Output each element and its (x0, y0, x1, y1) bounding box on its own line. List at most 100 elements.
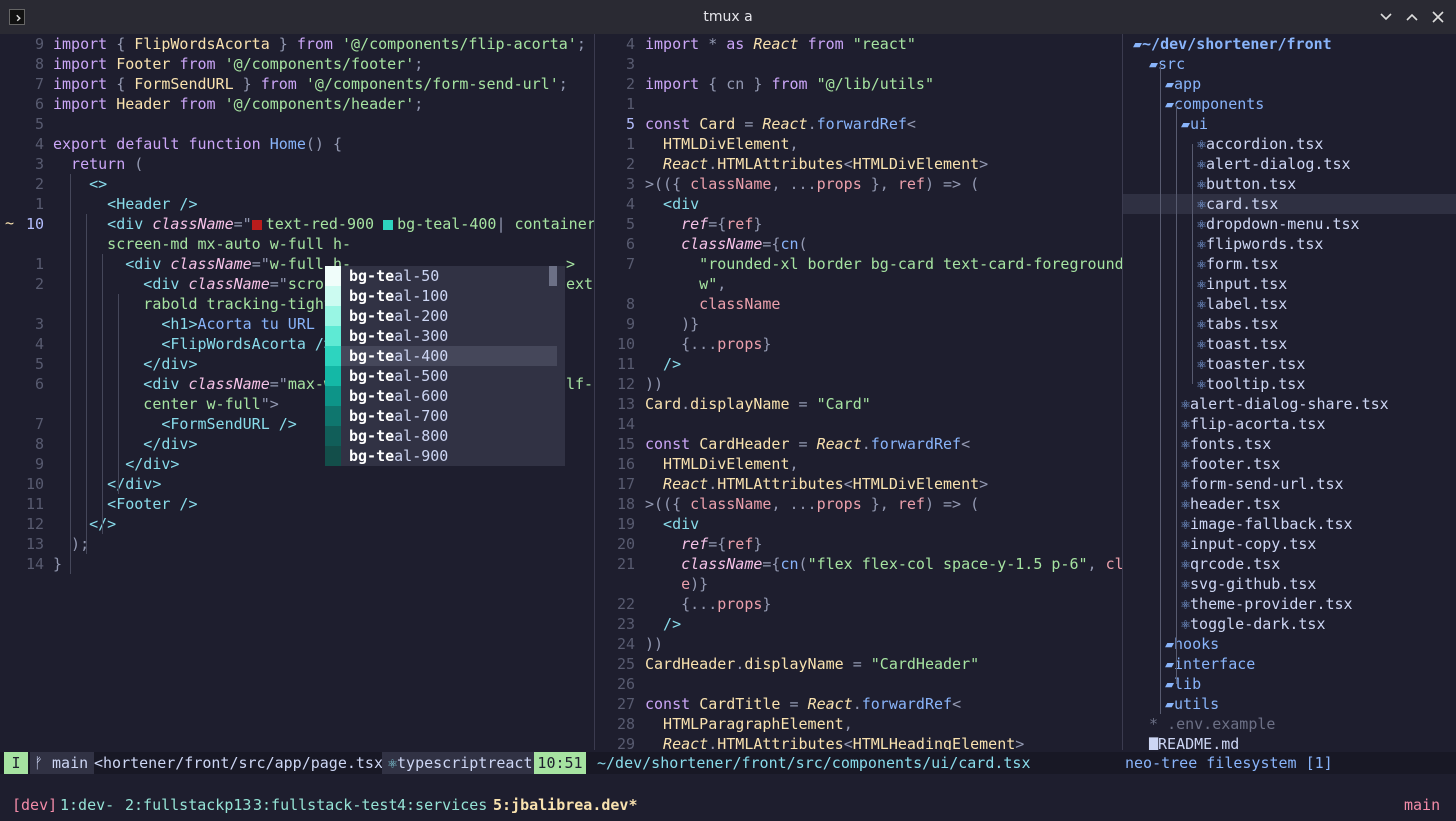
completion-item[interactable]: bg-teal-900 (325, 446, 557, 466)
tree-file[interactable]: ⚛fonts.tsx (1181, 434, 1271, 454)
tree-folder[interactable]: ▰hooks (1165, 634, 1219, 654)
tree-file[interactable]: ⚛toast.tsx (1197, 334, 1287, 354)
tmux-window-5-active[interactable]: 5:jbalibrea.dev* (493, 794, 638, 816)
tree-file[interactable]: ⚛theme-provider.tsx (1181, 594, 1353, 614)
code-line[interactable]: 2 import { cn } from "@/lib/utils" (595, 74, 1122, 94)
completion-item[interactable]: bg-teal-500 (325, 366, 557, 386)
code-line[interactable]: screen-md mx-auto w-full h- (0, 234, 594, 254)
code-line[interactable]: 1 <Header /> (0, 194, 594, 214)
completion-item[interactable]: bg-teal-50 (325, 266, 557, 286)
tree-file[interactable]: ⚛button.tsx (1197, 174, 1296, 194)
code-line[interactable]: 6 import Header from '@/components/header… (0, 94, 594, 114)
tree-folder[interactable]: ▰lib (1165, 674, 1201, 694)
tree-file[interactable]: ⚛alert-dialog.tsx (1197, 154, 1351, 174)
tree-file[interactable]: ⚛dropdown-menu.tsx (1197, 214, 1360, 234)
code-line[interactable]: 8 className (595, 294, 1122, 314)
code-line[interactable]: 7 "rounded-xl border bg-card text-card-f… (595, 254, 1122, 274)
code-line[interactable]: e)} (595, 574, 1122, 594)
neo-tree-pane[interactable]: ▰~/dev/shortener/front ▰src ▰app ▰component… (1123, 34, 1456, 750)
code-line[interactable]: 20 ref={ref} (595, 534, 1122, 554)
code-line[interactable]: 5 ref={ref} (595, 214, 1122, 234)
code-line[interactable]: 25 CardHeader.displayName = "CardHeader" (595, 654, 1122, 674)
tree-file[interactable]: ⚛input-copy.tsx (1181, 534, 1316, 554)
code-line[interactable]: 29 React.HTMLAttributes<HTMLHeadingEleme… (595, 734, 1122, 750)
code-line[interactable]: 15 const CardHeader = React.forwardRef< (595, 434, 1122, 454)
tree-folder[interactable]: ▰interface (1165, 654, 1255, 674)
tree-folder[interactable]: ▰utils (1165, 694, 1219, 714)
code-line[interactable]: 10 </div> (0, 474, 594, 494)
code-line[interactable]: 3 >(({ className, ...props }, ref) => ( (595, 174, 1122, 194)
tree-file[interactable]: ⚛tooltip.tsx (1197, 374, 1305, 394)
code-line[interactable]: 23 /> (595, 614, 1122, 634)
code-line[interactable]: w", (595, 274, 1122, 294)
code-line[interactable]: 2 React.HTMLAttributes<HTMLDivElement> (595, 154, 1122, 174)
tree-file[interactable]: ⚛header.tsx (1181, 494, 1280, 514)
code-line[interactable]: 22 {...props} (595, 594, 1122, 614)
tree-file[interactable]: ⚛svg-github.tsx (1181, 574, 1316, 594)
completion-item[interactable]: bg-teal-300 (325, 326, 557, 346)
completion-item[interactable]: bg-teal-400 (325, 346, 557, 366)
code-line[interactable]: 3 (595, 54, 1122, 74)
code-line[interactable]: 9 )} (595, 314, 1122, 334)
middle-editor-pane[interactable]: 4 import * as React from "react" 3 2 import … (595, 34, 1122, 750)
tree-folder[interactable]: ▰app (1165, 74, 1201, 94)
left-editor-pane[interactable]: 9 import { FlipWordsAcorta } from '@/comp… (0, 34, 594, 750)
code-line[interactable]: 3 return ( (0, 154, 594, 174)
code-line[interactable]: 1 HTMLDivElement, (595, 134, 1122, 154)
completion-item[interactable]: bg-teal-200 (325, 306, 557, 326)
tree-file[interactable]: ⚛tabs.tsx (1197, 314, 1278, 334)
code-line[interactable]: 12 </> (0, 514, 594, 534)
minimize-icon[interactable] (1378, 9, 1394, 25)
code-line[interactable]: 16 HTMLDivElement, (595, 454, 1122, 474)
code-line[interactable]: 5 (0, 114, 594, 134)
code-line[interactable]: 14} (0, 554, 594, 574)
tree-file[interactable]: ⚛form-send-url.tsx (1181, 474, 1344, 494)
tree-root[interactable]: ▰~/dev/shortener/front (1133, 34, 1332, 54)
completion-scrollbar[interactable] (549, 266, 557, 286)
tree-folder[interactable]: ▰components (1165, 94, 1264, 114)
code-line[interactable]: 17 React.HTMLAttributes<HTMLDivElement> (595, 474, 1122, 494)
close-icon[interactable] (1430, 9, 1446, 25)
code-line[interactable]: 14 (595, 414, 1122, 434)
code-line[interactable]: 13 ); (0, 534, 594, 554)
tree-file[interactable]: ⚛accordion.tsx (1197, 134, 1323, 154)
tree-file[interactable]: ⚛toggle-dark.tsx (1181, 614, 1326, 634)
tmux-window-4[interactable]: 4:services (397, 794, 487, 816)
code-line[interactable]: 4 export default function Home() { (0, 134, 594, 154)
completion-item[interactable]: bg-teal-800 (325, 426, 557, 446)
tree-file[interactable]: ⚛flipwords.tsx (1197, 234, 1323, 254)
code-line[interactable]: 21 className={cn("flex flex-col space-y-… (595, 554, 1122, 574)
code-line[interactable]: 24)) (595, 634, 1122, 654)
code-line[interactable]: 4 <div (595, 194, 1122, 214)
code-line[interactable]: 10 <div className=" text-red-900 bg-teal-… (0, 214, 594, 234)
code-line[interactable]: 6 className={cn( (595, 234, 1122, 254)
code-line[interactable]: 2 <> (0, 174, 594, 194)
code-line[interactable]: 11 /> (595, 354, 1122, 374)
tree-file[interactable]: ⚛qrcode.tsx (1181, 554, 1280, 574)
tree-file[interactable]: ⚛card.tsx (1197, 194, 1278, 214)
tree-file[interactable]: ⚛input.tsx (1197, 274, 1287, 294)
code-line[interactable]: 12)) (595, 374, 1122, 394)
tree-file[interactable]: ⚛image-fallback.tsx (1181, 514, 1353, 534)
code-line[interactable]: 26 (595, 674, 1122, 694)
tree-file[interactable]: ⚛footer.tsx (1181, 454, 1280, 474)
code-line[interactable]: 10 {...props} (595, 334, 1122, 354)
tree-file[interactable]: ⚛label.tsx (1197, 294, 1287, 314)
code-line[interactable]: 7 import { FormSendURL } from '@/componen… (0, 74, 594, 94)
completion-item[interactable]: bg-teal-600 (325, 386, 557, 406)
code-line[interactable]: 8 import Footer from '@/components/footer… (0, 54, 594, 74)
code-line[interactable]: 1 (595, 94, 1122, 114)
tmux-window-3[interactable]: 3:fullstack-test (253, 794, 398, 816)
code-line[interactable]: 27 const CardTitle = React.forwardRef< (595, 694, 1122, 714)
code-line[interactable]: 13 Card.displayName = "Card" (595, 394, 1122, 414)
tmux-window-2[interactable]: 2:fullstackp13 (125, 794, 251, 816)
code-line[interactable]: 5 const Card = React.forwardRef< (595, 114, 1122, 134)
tree-folder[interactable]: ▰src (1149, 54, 1185, 74)
completion-item[interactable]: bg-teal-700 (325, 406, 557, 426)
tree-file[interactable]: ⚛form.tsx (1197, 254, 1278, 274)
code-line[interactable]: 18 >(({ className, ...props }, ref) => ( (595, 494, 1122, 514)
tree-file[interactable]: ⚛toaster.tsx (1197, 354, 1305, 374)
tree-file[interactable]: ⚛flip-acorta.tsx (1181, 414, 1326, 434)
tree-file[interactable]: ▇README.md (1149, 734, 1239, 750)
completion-menu[interactable]: bg-teal-50 bg-teal-100 bg-teal-200 bg-teal-… (325, 266, 565, 466)
